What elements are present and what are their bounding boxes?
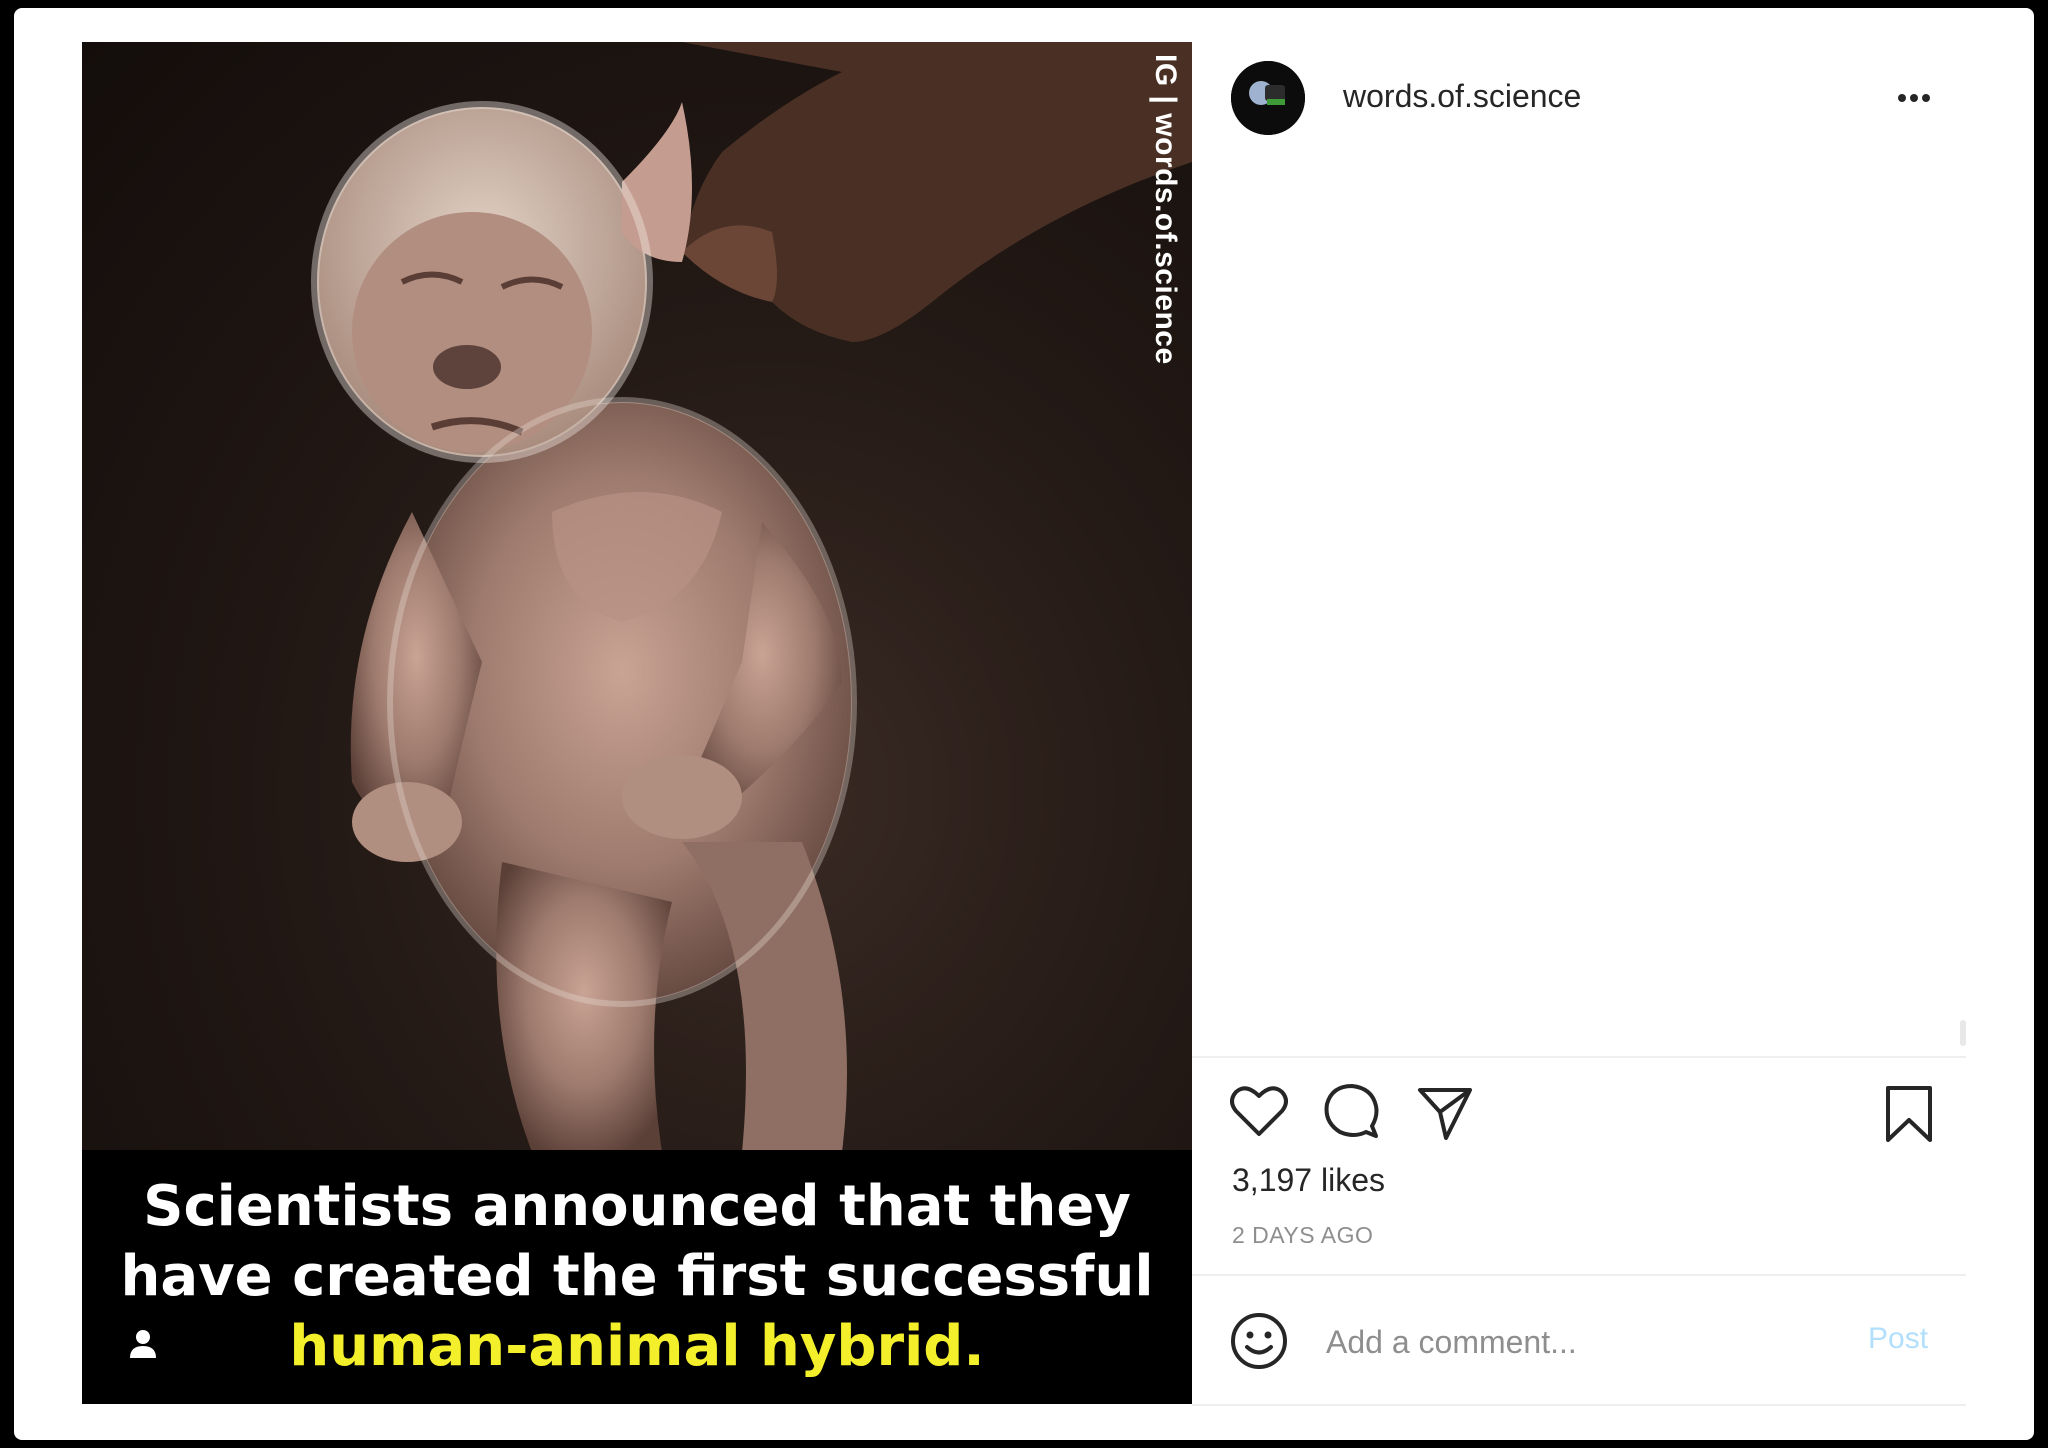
caption-line-3: human-animal hybrid. xyxy=(289,1314,985,1379)
image-watermark: IG | words.of.science xyxy=(1149,54,1182,365)
comment-icon[interactable] xyxy=(1322,1082,1380,1140)
post-timestamp[interactable]: 2 DAYS AGO xyxy=(1232,1222,1373,1249)
post-side-panel xyxy=(1192,42,1966,1404)
more-options-icon[interactable] xyxy=(1894,88,1934,108)
scrollbar[interactable] xyxy=(1960,1020,1966,1046)
image-caption: Scientists announced that they have crea… xyxy=(82,1150,1192,1404)
comment-input[interactable] xyxy=(1324,1316,1848,1368)
smile-icon[interactable] xyxy=(1230,1312,1288,1370)
caption-line-2: have created the first successful xyxy=(120,1244,1154,1309)
share-icon[interactable] xyxy=(1416,1084,1474,1142)
bookmark-icon[interactable] xyxy=(1884,1084,1934,1144)
likes-count[interactable]: 3,197 likes xyxy=(1232,1162,1385,1199)
tagged-people-icon[interactable] xyxy=(128,1328,158,1360)
post-photo xyxy=(311,42,1192,1152)
divider xyxy=(1192,1274,1966,1276)
divider xyxy=(1192,1404,1966,1406)
divider xyxy=(1192,1056,1966,1058)
username[interactable]: words.of.science xyxy=(1343,78,1581,115)
profile-avatar-icon xyxy=(1231,61,1305,135)
caption-line-1: Scientists announced that they xyxy=(143,1174,1131,1239)
heart-icon[interactable] xyxy=(1230,1084,1288,1138)
post-comment-button[interactable]: Post xyxy=(1868,1322,1928,1356)
avatar[interactable] xyxy=(1231,61,1305,135)
